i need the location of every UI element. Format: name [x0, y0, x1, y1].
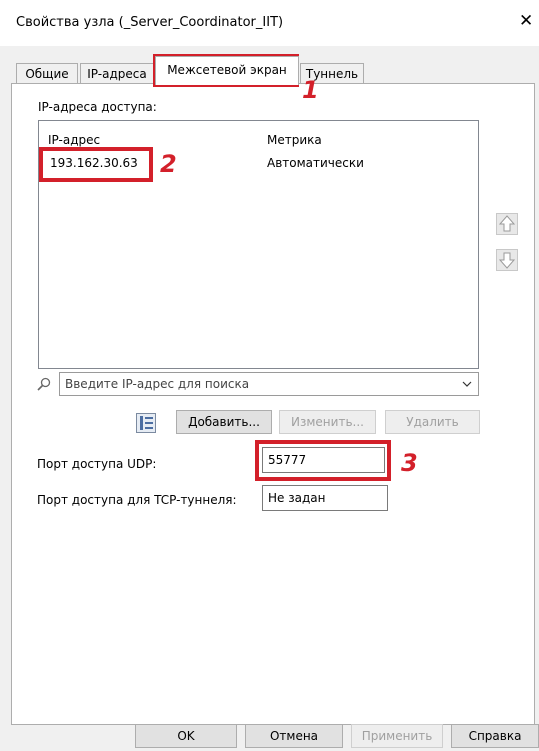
title-bar: Свойства узла (_Server_Coordinator_IIT) … — [0, 0, 539, 46]
callout-number: 2 — [160, 150, 177, 178]
highlight-udp-port — [255, 440, 391, 481]
move-down-icon[interactable] — [496, 249, 518, 271]
move-up-icon[interactable] — [496, 213, 518, 235]
callout-number: 1 — [302, 76, 319, 104]
apply-button[interactable]: Применить — [351, 724, 443, 748]
tab-firewall[interactable]: Межсетевой экран — [155, 56, 299, 85]
callout-number: 3 — [401, 449, 418, 477]
chevron-down-icon[interactable] — [462, 381, 472, 387]
udp-port-label: Порт доступа UDP: — [37, 457, 157, 471]
ok-button[interactable]: OK — [135, 724, 237, 748]
tab-general[interactable]: Общие — [16, 63, 78, 84]
address-book-icon[interactable] — [134, 411, 158, 435]
tcp-port-input[interactable]: Не задан — [262, 485, 388, 511]
highlight-ip-cell — [39, 147, 153, 182]
close-icon[interactable]: ✕ — [519, 11, 533, 31]
column-header-metric[interactable]: Метрика — [267, 133, 322, 147]
tab-ip-addresses[interactable]: IP-адреса — [80, 63, 154, 84]
metric-cell: Автоматически — [267, 156, 364, 170]
help-button[interactable]: Справка — [451, 724, 539, 748]
delete-button[interactable]: Удалить — [385, 410, 480, 434]
ip-search-input[interactable]: Введите IP-адрес для поиска — [59, 372, 479, 396]
window-title: Свойства узла (_Server_Coordinator_IIT) — [16, 15, 284, 30]
ip-section-label: IP-адреса доступа: — [38, 100, 157, 114]
cancel-button[interactable]: Отмена — [245, 724, 343, 748]
tcp-port-label: Порт доступа для TCP-туннеля: — [37, 493, 237, 507]
add-button[interactable]: Добавить... — [176, 410, 272, 434]
edit-button[interactable]: Изменить... — [279, 410, 376, 434]
column-header-ip[interactable]: IP-адрес — [48, 133, 100, 147]
search-icon — [37, 377, 51, 391]
